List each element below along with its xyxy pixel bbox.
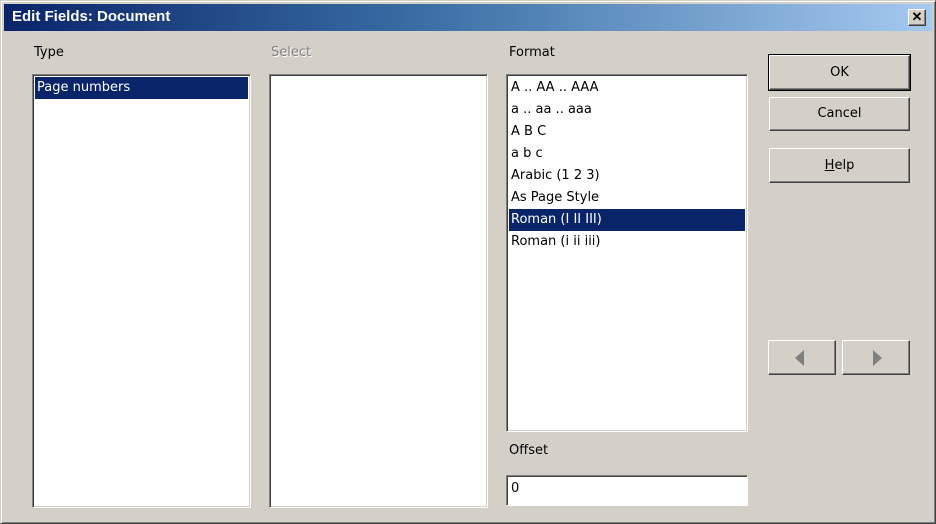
next-button[interactable] — [842, 340, 910, 375]
cancel-button[interactable]: Cancel — [769, 97, 910, 131]
arrow-right-icon — [873, 350, 882, 366]
help-button[interactable]: Help — [769, 148, 910, 183]
format-listbox[interactable]: A .. AA .. AAA a .. aa .. aaa A B C a b … — [506, 74, 748, 432]
format-item[interactable]: A .. AA .. AAA — [509, 77, 745, 99]
close-button[interactable]: ✕ — [908, 9, 926, 26]
edit-fields-dialog: Edit Fields: Document ✕ Type Page number… — [0, 0, 936, 524]
offset-field[interactable]: 0 — [506, 475, 748, 506]
type-item-page-numbers[interactable]: Page numbers — [35, 77, 248, 99]
select-listbox[interactable] — [269, 74, 488, 508]
format-item[interactable]: Arabic (1 2 3) — [509, 165, 745, 187]
type-label: Type — [34, 45, 64, 60]
title-bar[interactable]: Edit Fields: Document ✕ — [4, 4, 932, 31]
ok-button[interactable]: OK — [768, 54, 911, 91]
format-item[interactable]: A B C — [509, 121, 745, 143]
format-item-selected[interactable]: Roman (I II III) — [509, 209, 745, 231]
format-item[interactable]: Roman (i ii iii) — [509, 231, 745, 253]
format-label: Format — [509, 45, 555, 60]
arrow-left-icon — [795, 350, 804, 366]
offset-label: Offset — [509, 443, 549, 458]
window-title: Edit Fields: Document — [12, 8, 171, 25]
previous-button[interactable] — [768, 340, 836, 375]
close-icon: ✕ — [911, 9, 923, 24]
type-listbox[interactable]: Page numbers — [32, 74, 251, 508]
format-item[interactable]: As Page Style — [509, 187, 745, 209]
format-item[interactable]: a .. aa .. aaa — [509, 99, 745, 121]
select-label: Select — [271, 45, 312, 60]
format-item[interactable]: a b c — [509, 143, 745, 165]
